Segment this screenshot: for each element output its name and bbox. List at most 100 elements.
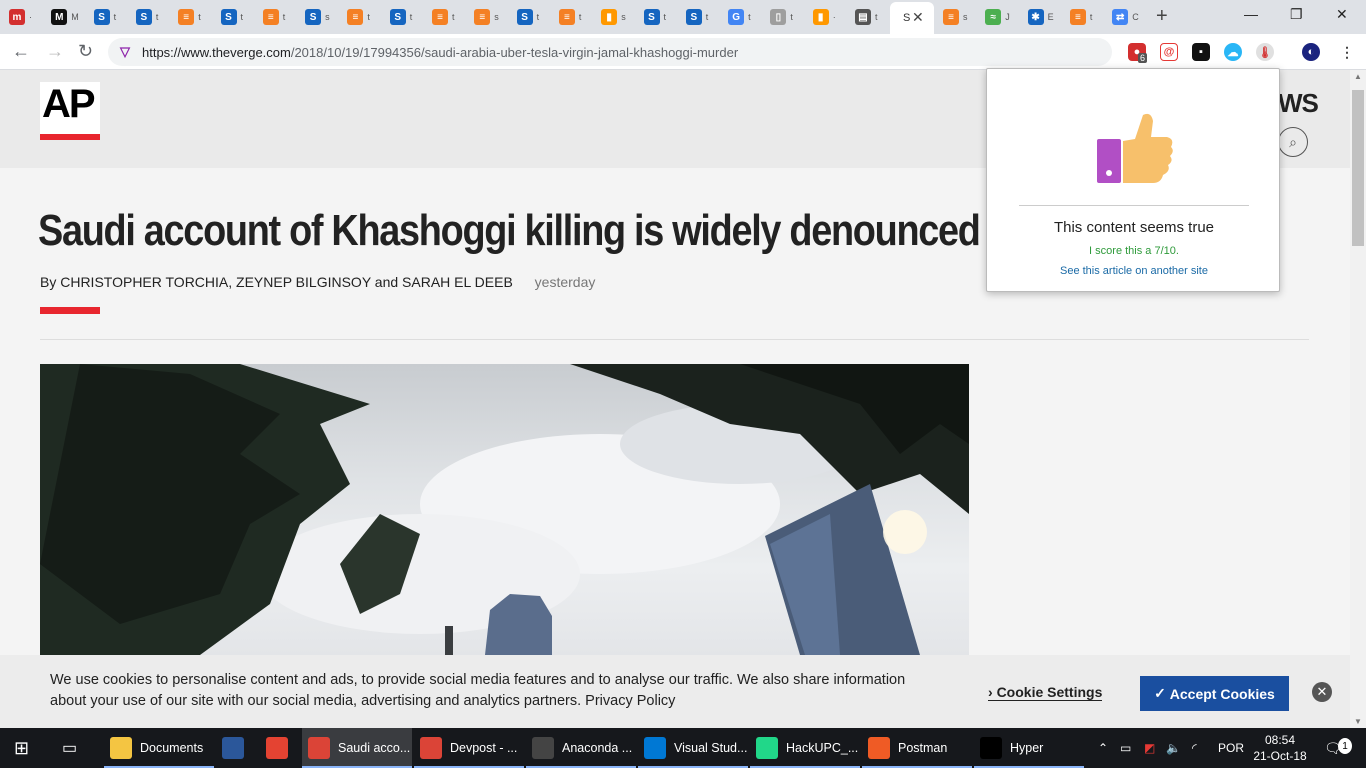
antivirus-icon[interactable]: ◩ bbox=[1144, 728, 1155, 768]
notion-extension-icon[interactable]: ▪ bbox=[1192, 43, 1210, 61]
thermometer-extension-icon[interactable]: 🌡 bbox=[1256, 43, 1274, 61]
tab-6[interactable]: ≡ t bbox=[254, 4, 296, 30]
tab-title: J bbox=[1005, 12, 1010, 22]
tab-after-3[interactable]: ≡ t bbox=[1061, 4, 1103, 30]
tab-13[interactable]: ≡ t bbox=[550, 4, 592, 30]
tab-title: t bbox=[790, 12, 793, 22]
tab-7[interactable]: Ss bbox=[296, 4, 338, 30]
tab-title: t bbox=[452, 12, 455, 22]
battery-icon[interactable]: ▭ bbox=[1120, 728, 1131, 768]
scholar-s-icon: S bbox=[643, 9, 660, 25]
close-tab-icon[interactable]: ✕ bbox=[912, 9, 924, 26]
tab-20[interactable]: ▤ t bbox=[846, 4, 888, 30]
profile-avatar[interactable]: ◐ bbox=[1302, 43, 1320, 61]
word-icon bbox=[222, 737, 244, 759]
close-window-icon[interactable]: ✕ bbox=[1336, 6, 1348, 23]
stackoverflow-icon: ≡ bbox=[432, 9, 448, 25]
scholar-s-icon: S bbox=[389, 9, 406, 25]
taskbar-item-4[interactable]: Devpost - ... bbox=[414, 728, 524, 768]
new-tab-button[interactable]: + bbox=[1156, 5, 1168, 28]
minimize-icon[interactable]: — bbox=[1244, 6, 1258, 22]
ap-logo[interactable]: AP bbox=[40, 82, 100, 140]
volume-icon[interactable]: 🔈 bbox=[1166, 728, 1181, 768]
taskbar-item-9[interactable]: Hyper bbox=[974, 728, 1084, 768]
tab-5[interactable]: St bbox=[212, 4, 254, 30]
taskbar-item-6[interactable]: Visual Stud... bbox=[638, 728, 748, 768]
tray-chevron-icon[interactable]: ⌃ bbox=[1098, 728, 1108, 768]
taskbar-item-2[interactable] bbox=[260, 728, 300, 768]
chart-icon: ▮ bbox=[812, 9, 829, 25]
stackoverflow-icon: ≡ bbox=[474, 9, 491, 25]
extension-badge: 6 bbox=[1138, 53, 1148, 63]
clock-date: 21-Oct-18 bbox=[1253, 749, 1307, 763]
tab-11[interactable]: ≡ s bbox=[465, 4, 507, 30]
address-bar[interactable]: ▽ https://www.theverge.com/2018/10/19/17… bbox=[108, 38, 1112, 66]
mail-extension-icon[interactable]: @ bbox=[1160, 43, 1178, 61]
tab-14[interactable]: ▮ s bbox=[592, 4, 634, 30]
tab-1[interactable]: MM bbox=[42, 4, 84, 30]
postman-icon bbox=[868, 737, 890, 759]
tab-10[interactable]: ≡ t bbox=[423, 4, 465, 30]
language-indicator[interactable]: POR bbox=[1218, 728, 1244, 768]
taskbar-item-5[interactable]: Anaconda ... bbox=[526, 728, 636, 768]
wifi-icon[interactable]: ◜ bbox=[1192, 728, 1197, 768]
tab-after-0[interactable]: ≡ s bbox=[934, 4, 976, 30]
cookie-banner: We use cookies to personalise content an… bbox=[0, 655, 1350, 728]
tab-after-2[interactable]: ✱ E bbox=[1019, 4, 1061, 30]
restore-icon[interactable]: ❐ bbox=[1290, 6, 1303, 23]
terminal-icon bbox=[532, 737, 554, 759]
tab-3[interactable]: St bbox=[127, 4, 169, 30]
tab-8[interactable]: ≡ t bbox=[338, 4, 380, 30]
tab-12[interactable]: St bbox=[508, 4, 550, 30]
stackoverflow-icon: ≡ bbox=[558, 9, 575, 25]
system-clock[interactable]: 08:54 21-Oct-18 bbox=[1252, 732, 1308, 764]
tab-16[interactable]: St bbox=[677, 4, 719, 30]
tab-after-1[interactable]: ≈ J bbox=[976, 4, 1018, 30]
taskbar-item-1[interactable] bbox=[216, 728, 256, 768]
chevron-right-icon: › bbox=[988, 684, 993, 700]
taskbar-item-7[interactable]: HackUPC_... bbox=[750, 728, 860, 768]
taskbar-item-0[interactable]: Documents bbox=[104, 728, 214, 768]
puzzle-icon: ✱ bbox=[1027, 9, 1044, 25]
forward-button[interactable]: → bbox=[46, 41, 64, 62]
taskbar-item-3[interactable]: Saudi acco... bbox=[302, 728, 412, 768]
tab-9[interactable]: St bbox=[381, 4, 423, 30]
hero-photo bbox=[40, 364, 969, 655]
windows-start-icon[interactable]: ⊞ bbox=[14, 728, 29, 768]
page-scrollbar[interactable]: ▲ ▼ bbox=[1350, 70, 1366, 728]
tab-title: t bbox=[240, 12, 244, 22]
close-banner-icon[interactable]: ✕ bbox=[1312, 682, 1332, 702]
tab-17[interactable]: Gt bbox=[719, 4, 761, 30]
tab-title: · bbox=[29, 12, 32, 22]
translate-icon: ⇄ bbox=[1112, 9, 1129, 25]
tab-title: t bbox=[705, 12, 709, 22]
accept-cookies-button[interactable]: ✓ Accept Cookies bbox=[1140, 676, 1289, 711]
taskbar-item-8[interactable]: Postman bbox=[862, 728, 972, 768]
tab-2[interactable]: St bbox=[85, 4, 127, 30]
search-icon[interactable]: ⌕ bbox=[1278, 127, 1308, 157]
scrollbar-thumb[interactable] bbox=[1352, 90, 1364, 246]
pycharm-icon bbox=[756, 737, 778, 759]
tab-19[interactable]: ▮ · bbox=[804, 4, 846, 30]
tab-0[interactable]: m · bbox=[0, 4, 42, 30]
back-button[interactable]: ← bbox=[12, 41, 30, 62]
tab-title: s bbox=[621, 12, 626, 22]
tab-18[interactable]: ▯ t bbox=[761, 4, 803, 30]
taskbar-item-label: Hyper bbox=[1010, 741, 1044, 755]
other-site-link[interactable]: See this article on another site bbox=[987, 265, 1281, 277]
tab-title: · bbox=[832, 12, 836, 22]
tab-4[interactable]: ≡ t bbox=[169, 4, 211, 30]
scroll-up-icon[interactable]: ▲ bbox=[1354, 72, 1362, 81]
task-view-icon[interactable]: ▭ bbox=[62, 728, 77, 768]
section-divider bbox=[40, 339, 1309, 340]
site-nav-fragment: WS bbox=[1278, 88, 1319, 118]
tab-15[interactable]: St bbox=[635, 4, 677, 30]
menu-kebab-icon[interactable]: ⋮ bbox=[1338, 43, 1356, 61]
reload-button[interactable]: ↻ bbox=[78, 41, 93, 62]
cookie-settings-button[interactable]: › Cookie Settings bbox=[988, 684, 1103, 701]
tab-after-4[interactable]: ⇄ C bbox=[1103, 4, 1145, 30]
browser-toolbar: ← → ↻ ▽ https://www.theverge.com/2018/10… bbox=[0, 34, 1366, 70]
scroll-down-icon[interactable]: ▼ bbox=[1354, 717, 1362, 726]
cloud-extension-icon[interactable]: ☁ bbox=[1224, 43, 1242, 61]
tab-title: t bbox=[536, 12, 540, 22]
